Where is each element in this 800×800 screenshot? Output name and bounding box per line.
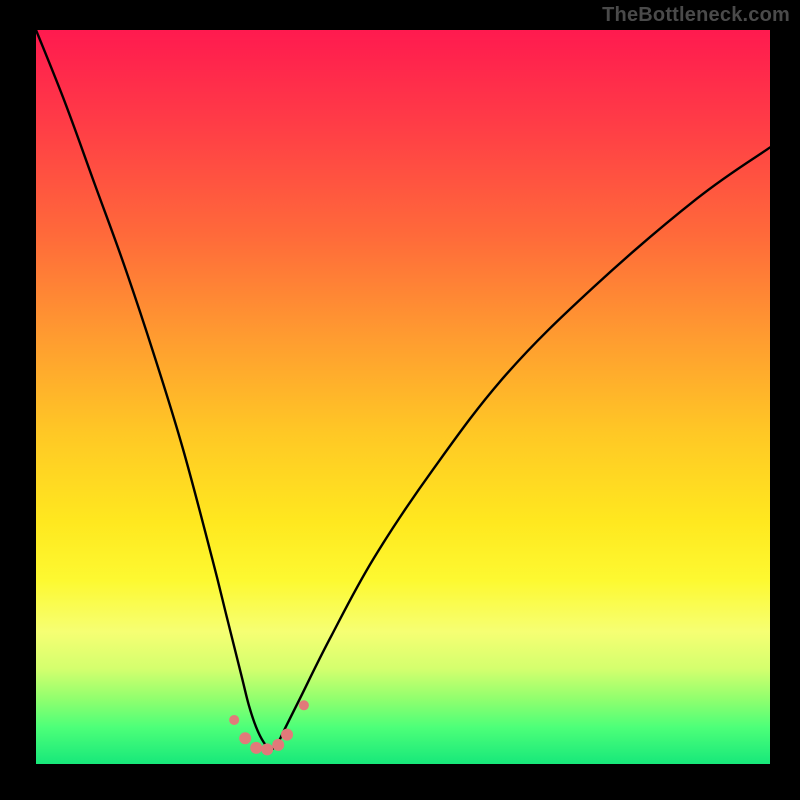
chart-frame: TheBottleneck.com — [0, 0, 800, 800]
plot-area — [36, 30, 770, 764]
watermark-label: TheBottleneck.com — [602, 4, 790, 27]
